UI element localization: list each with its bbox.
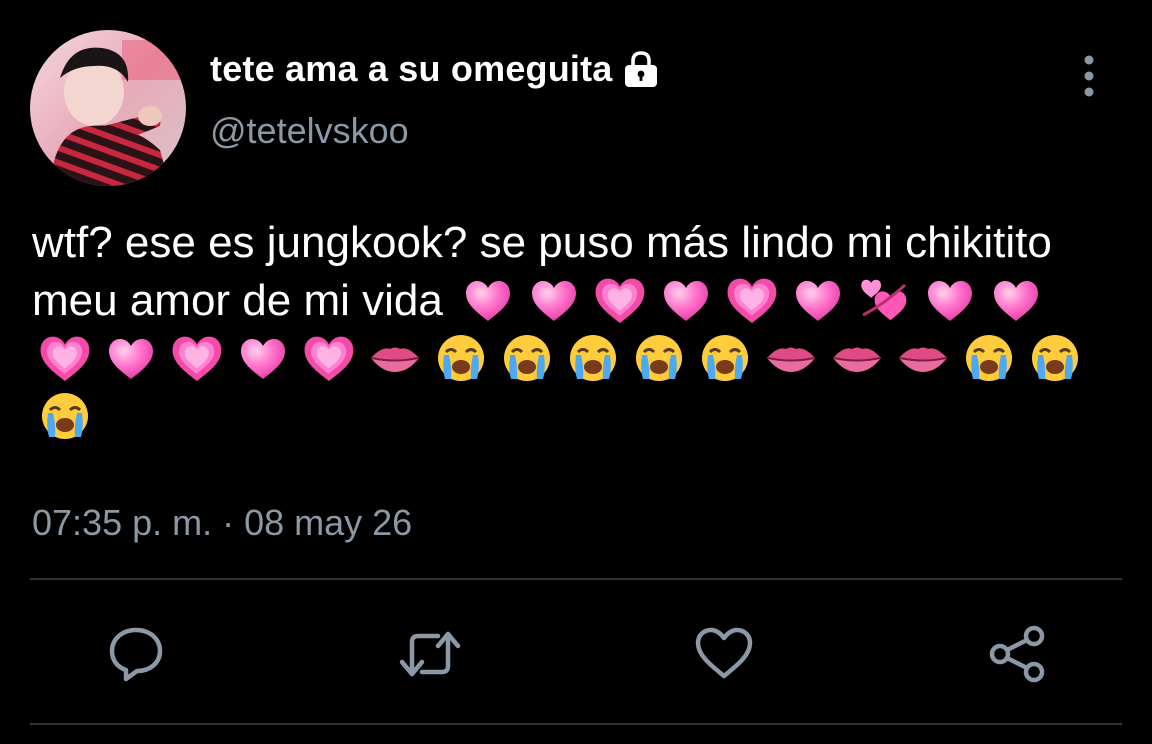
lips-emoji [764, 333, 818, 383]
growing-heart-emoji [38, 333, 92, 383]
pink-heart-emoji [236, 333, 290, 383]
reply-icon [109, 627, 163, 682]
author-name-row[interactable]: tete ama a su omeguita [210, 44, 661, 94]
retweet-button[interactable] [398, 622, 462, 686]
growing-heart-emoji [725, 275, 779, 325]
growing-heart-emoji [593, 275, 647, 325]
pink-heart-emoji [104, 333, 158, 383]
reply-button[interactable] [104, 622, 168, 686]
crying-face-emoji [566, 333, 620, 383]
avatar[interactable] [30, 30, 186, 186]
pink-heart-emoji [659, 275, 713, 325]
tweet-text: wtf? ese es jungkook? se puso más lindo … [32, 214, 1112, 446]
pink-heart-emoji [791, 275, 845, 325]
divider [30, 723, 1122, 725]
lips-emoji [830, 333, 884, 383]
growing-heart-emoji [170, 333, 224, 383]
growing-heart-emoji [302, 333, 356, 383]
revolving-hearts-emoji [857, 275, 911, 325]
divider [30, 578, 1122, 580]
crying-face-emoji [1028, 333, 1082, 383]
pink-heart-emoji [923, 275, 977, 325]
crying-face-emoji [500, 333, 554, 383]
lips-emoji [368, 333, 422, 383]
pink-heart-emoji [989, 275, 1043, 325]
share-button[interactable] [986, 622, 1050, 686]
like-button[interactable] [692, 622, 756, 686]
tweet-timestamp[interactable]: 07:35 p. m. · 08 may 26 [32, 502, 412, 544]
user-handle[interactable]: @tetelvskoo [210, 110, 409, 152]
pink-heart-emoji [527, 275, 581, 325]
more-options-icon[interactable] [1074, 54, 1104, 98]
crying-face-emoji [38, 391, 92, 441]
share-icon [989, 625, 1045, 683]
display-name[interactable]: tete ama a su omeguita [210, 48, 613, 90]
crying-face-emoji [962, 333, 1016, 383]
lips-emoji [896, 333, 950, 383]
action-bar [0, 600, 1152, 710]
lock-icon [621, 49, 661, 89]
retweet-icon [399, 631, 461, 677]
pink-heart-emoji [461, 275, 515, 325]
crying-face-emoji [698, 333, 752, 383]
heart-icon [695, 627, 753, 679]
crying-face-emoji [632, 333, 686, 383]
crying-face-emoji [434, 333, 488, 383]
